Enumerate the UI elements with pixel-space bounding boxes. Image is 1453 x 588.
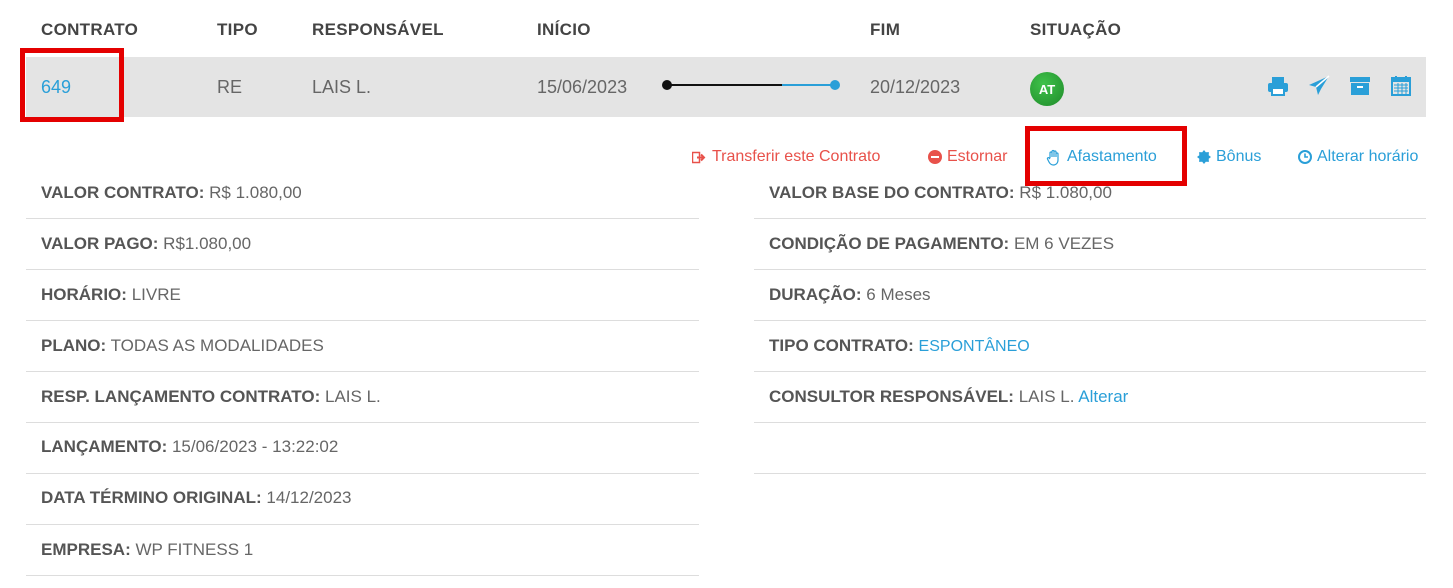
detail-label: CONDIÇÃO DE PAGAMENTO: xyxy=(769,234,1010,253)
contract-progress-timeline xyxy=(662,79,840,91)
detail-label: DURAÇÃO: xyxy=(769,285,862,304)
detail-tipo-contrato: TIPO CONTRATO: ESPONTÂNEO xyxy=(769,336,1030,356)
detail-valor-contrato: VALOR CONTRATO: R$ 1.080,00 xyxy=(41,183,302,203)
divider xyxy=(26,575,699,576)
detail-lancamento: LANÇAMENTO: 15/06/2023 - 13:22:02 xyxy=(41,437,338,457)
bonus-action[interactable]: Bônus xyxy=(1197,148,1261,166)
detail-condicao-pagamento: CONDIÇÃO DE PAGAMENTO: EM 6 VEZES xyxy=(769,234,1114,254)
detail-label: TIPO CONTRATO: xyxy=(769,336,914,355)
detail-value: R$1.080,00 xyxy=(163,234,252,253)
detail-label: VALOR PAGO: xyxy=(41,234,159,253)
send-icon[interactable] xyxy=(1307,74,1331,98)
divider xyxy=(26,269,699,270)
detail-value: LAIS L. xyxy=(1018,387,1075,406)
detail-label: DATA TÉRMINO ORIGINAL: xyxy=(41,488,262,507)
contract-responsible: LAIS L. xyxy=(312,77,372,97)
detail-resp-lancamento: RESP. LANÇAMENTO CONTRATO: LAIS L. xyxy=(41,387,381,407)
divider xyxy=(26,320,699,321)
estornar-action[interactable]: Estornar xyxy=(928,148,1007,166)
header-contrato: CONTRATO xyxy=(41,20,139,39)
timeline-remaining xyxy=(782,84,834,86)
divider xyxy=(754,218,1426,219)
divider xyxy=(754,371,1426,372)
contract-end-date: 20/12/2023 xyxy=(870,77,961,97)
contract-start-date: 15/06/2023 xyxy=(537,77,628,97)
timeline-end-dot xyxy=(830,80,840,90)
archive-icon[interactable] xyxy=(1348,74,1372,98)
estornar-label: Estornar xyxy=(947,148,1008,165)
detail-value: R$ 1.080,00 xyxy=(209,183,302,202)
header-situacao: SITUAÇÃO xyxy=(1030,20,1122,39)
calendar-icon[interactable] xyxy=(1389,74,1413,98)
header-fim: FIM xyxy=(870,20,901,39)
detail-value: WP FITNESS 1 xyxy=(135,540,254,559)
transfer-icon xyxy=(692,151,706,163)
highlight-afastamento xyxy=(1025,126,1187,186)
detail-value: TODAS AS MODALIDADES xyxy=(110,336,324,355)
divider xyxy=(754,269,1426,270)
detail-consultor: CONSULTOR RESPONSÁVEL: LAIS L. Alterar xyxy=(769,387,1128,407)
minus-circle-icon xyxy=(928,150,942,164)
detail-valor-pago: VALOR PAGO: R$1.080,00 xyxy=(41,234,251,254)
contract-type: RE xyxy=(217,77,243,97)
timeline-elapsed xyxy=(666,84,782,86)
transfer-contract-label: Transferir este Contrato xyxy=(712,148,881,165)
detail-data-termino: DATA TÉRMINO ORIGINAL: 14/12/2023 xyxy=(41,488,352,508)
header-responsavel: RESPONSÁVEL xyxy=(312,20,444,39)
divider xyxy=(26,218,699,219)
divider xyxy=(26,371,699,372)
detail-label: VALOR CONTRATO: xyxy=(41,183,205,202)
timeline-start-dot xyxy=(662,80,672,90)
divider xyxy=(754,422,1426,423)
print-icon[interactable] xyxy=(1266,74,1290,98)
detail-valor-base: VALOR BASE DO CONTRATO: R$ 1.080,00 xyxy=(769,183,1112,203)
detail-label: RESP. LANÇAMENTO CONTRATO: xyxy=(41,387,321,406)
divider xyxy=(754,473,1426,474)
detail-label: CONSULTOR RESPONSÁVEL: xyxy=(769,387,1014,406)
detail-value: 14/12/2023 xyxy=(266,488,352,507)
divider xyxy=(26,422,699,423)
detail-duracao: DURAÇÃO: 6 Meses xyxy=(769,285,931,305)
badge-icon xyxy=(1197,150,1211,164)
detail-value: 15/06/2023 - 13:22:02 xyxy=(171,437,339,456)
detail-label: EMPRESA: xyxy=(41,540,131,559)
detail-horario: HORÁRIO: LIVRE xyxy=(41,285,181,305)
alterar-horario-label: Alterar horário xyxy=(1317,148,1419,165)
detail-value: 6 Meses xyxy=(866,285,931,304)
highlight-contract-number xyxy=(20,48,124,122)
divider xyxy=(26,524,699,525)
detail-label: VALOR BASE DO CONTRATO: xyxy=(769,183,1015,202)
status-badge: AT xyxy=(1030,72,1064,106)
detail-plano: PLANO: TODAS AS MODALIDADES xyxy=(41,336,324,356)
detail-label: HORÁRIO: xyxy=(41,285,127,304)
alterar-consultor-link[interactable]: Alterar xyxy=(1078,387,1128,406)
transfer-contract-action[interactable]: Transferir este Contrato xyxy=(692,148,880,166)
header-tipo: TIPO xyxy=(217,20,258,39)
header-inicio: INÍCIO xyxy=(537,20,591,39)
divider xyxy=(754,320,1426,321)
alterar-horario-action[interactable]: Alterar horário xyxy=(1298,148,1418,166)
detail-value: LIVRE xyxy=(131,285,181,304)
detail-value: LAIS L. xyxy=(325,387,381,406)
detail-value: ESPONTÂNEO xyxy=(918,338,1030,355)
detail-empresa: EMPRESA: WP FITNESS 1 xyxy=(41,540,253,560)
detail-value: R$ 1.080,00 xyxy=(1019,183,1112,202)
bonus-label: Bônus xyxy=(1216,148,1262,165)
detail-label: PLANO: xyxy=(41,336,107,355)
detail-value: EM 6 VEZES xyxy=(1013,234,1115,253)
divider xyxy=(26,473,699,474)
detail-label: LANÇAMENTO: xyxy=(41,437,168,456)
clock-icon xyxy=(1298,150,1312,164)
